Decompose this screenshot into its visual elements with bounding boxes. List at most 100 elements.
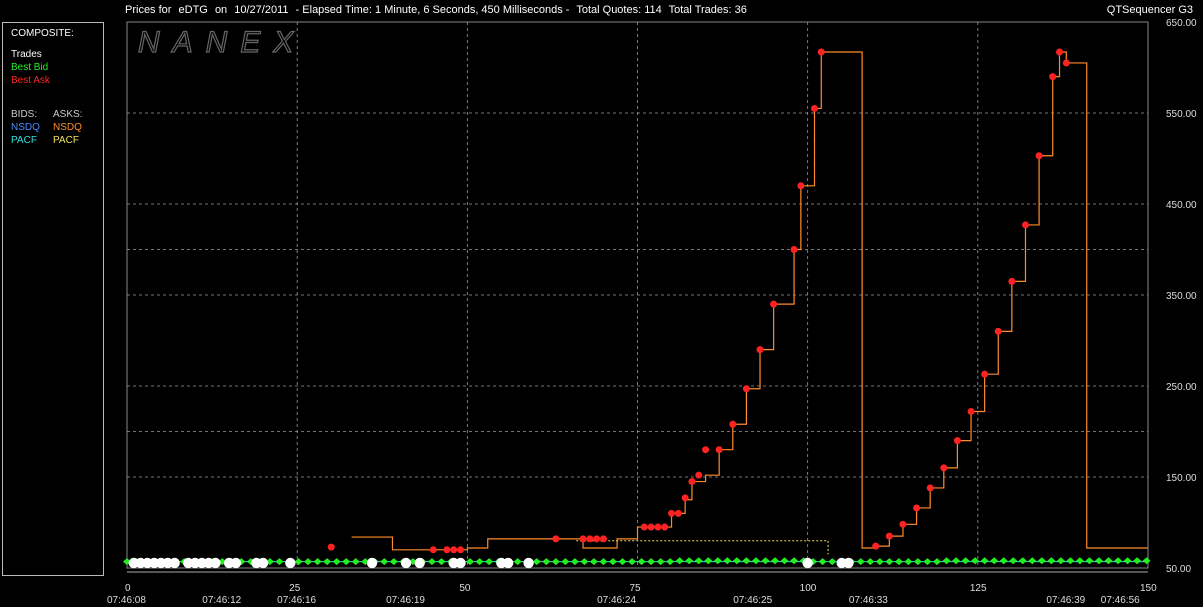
best-bid-point bbox=[828, 558, 837, 566]
best-ask-point bbox=[1056, 48, 1064, 56]
best-ask-point bbox=[770, 300, 778, 308]
trade-point bbox=[843, 557, 854, 569]
best-ask-point bbox=[640, 523, 648, 531]
best-ask-point bbox=[810, 104, 818, 112]
x-tick-label: 100 bbox=[800, 583, 817, 594]
best-bid-point bbox=[675, 557, 684, 565]
best-bid-point bbox=[751, 557, 760, 565]
best-bid-point bbox=[999, 557, 1008, 565]
time-tick-label: 07:46:16 bbox=[277, 595, 316, 606]
best-bid-point bbox=[332, 558, 341, 566]
best-bid-point bbox=[580, 558, 589, 566]
best-bid-point bbox=[923, 558, 932, 566]
best-bid-point bbox=[437, 558, 446, 566]
best-bid-point bbox=[294, 558, 303, 566]
best-ask-point bbox=[1035, 152, 1043, 160]
chart-header: Prices for eDTG on 10/27/2011 - Elapsed … bbox=[125, 4, 751, 16]
best-bid-point bbox=[485, 558, 494, 566]
best-ask-point bbox=[593, 535, 601, 543]
time-tick-label: 07:46:24 bbox=[597, 595, 636, 606]
x-tick-label: 0 bbox=[125, 583, 131, 594]
best-ask-point bbox=[913, 504, 921, 512]
best-ask-point bbox=[953, 437, 961, 445]
time-tick-label: 07:46:19 bbox=[386, 595, 425, 606]
best-bid-point bbox=[1009, 557, 1018, 565]
best-bid-point bbox=[275, 558, 284, 566]
best-ask-point bbox=[1049, 73, 1057, 81]
price-chart: NANEX 50.00 150.00 250.00 350.00 450.00 550.0… bbox=[107, 18, 1197, 606]
legend-best-ask: Best Ask bbox=[11, 75, 50, 86]
chart-markers bbox=[123, 48, 1151, 569]
best-bid-point bbox=[1123, 557, 1132, 565]
best-bid-point bbox=[761, 557, 770, 565]
legend-panel: COMPOSITE: Trades Best Bid Best Ask BIDS… bbox=[2, 22, 104, 576]
best-ask-point bbox=[1021, 221, 1029, 229]
trade-point bbox=[455, 557, 466, 569]
best-bid-point bbox=[1133, 557, 1142, 565]
trade-point bbox=[285, 557, 296, 569]
time-tick-label: 07:46:25 bbox=[733, 595, 772, 606]
best-bid-point bbox=[342, 558, 351, 566]
legend-asks-label: ASKS: bbox=[53, 109, 83, 120]
trade-point bbox=[257, 557, 269, 569]
best-ask-point bbox=[688, 478, 696, 486]
header-on: on bbox=[214, 4, 228, 16]
best-bid-point bbox=[570, 558, 579, 566]
best-bid-point bbox=[875, 558, 884, 566]
y-tick-label: 250.00 bbox=[1166, 382, 1197, 393]
x-tick-label: 150 bbox=[1140, 583, 1157, 594]
trade-point bbox=[230, 557, 242, 569]
best-bid-point bbox=[732, 557, 741, 565]
best-ask-point bbox=[872, 542, 880, 550]
best-bid-point bbox=[1114, 557, 1123, 565]
trade-point bbox=[366, 557, 378, 569]
best-ask-point bbox=[429, 546, 437, 554]
header-quotes: Total Quotes: 114 bbox=[576, 4, 662, 16]
legend-ask-pacf: PACF bbox=[53, 135, 79, 146]
x-tick-label: 125 bbox=[970, 583, 987, 594]
best-bid-point bbox=[770, 557, 779, 565]
best-ask-point bbox=[967, 407, 975, 415]
best-bid-point bbox=[323, 558, 332, 566]
best-bid-point bbox=[637, 558, 646, 566]
best-bid-point bbox=[780, 557, 789, 565]
best-ask-point bbox=[450, 546, 458, 554]
best-bid-point bbox=[656, 558, 665, 566]
best-bid-point bbox=[1047, 557, 1056, 565]
best-ask-point bbox=[756, 346, 764, 354]
best-ask-point bbox=[674, 509, 682, 517]
y-tick-label: 450.00 bbox=[1166, 200, 1197, 211]
header-symbol: eDTG bbox=[178, 4, 208, 16]
time-tick-label: 07:46:12 bbox=[202, 595, 241, 606]
best-ask-point bbox=[1008, 277, 1016, 285]
best-bid-point bbox=[942, 557, 951, 565]
best-bid-point bbox=[589, 558, 598, 566]
best-bid-point bbox=[904, 558, 913, 566]
best-ask-point bbox=[654, 523, 662, 531]
best-ask-point bbox=[579, 535, 587, 543]
best-bid-point bbox=[980, 557, 989, 565]
best-bid-point bbox=[932, 558, 941, 566]
best-bid-point bbox=[561, 558, 570, 566]
best-ask-point bbox=[790, 246, 798, 253]
best-bid-point bbox=[389, 558, 398, 566]
best-bid-point bbox=[542, 558, 551, 566]
legend-trades: Trades bbox=[11, 49, 42, 60]
trade-point bbox=[169, 557, 180, 569]
header-prefix: Prices for bbox=[125, 4, 172, 16]
legend-bids-label: BIDS: bbox=[11, 109, 38, 120]
best-bid-point bbox=[427, 558, 436, 566]
y-tick-label: 550.00 bbox=[1166, 109, 1197, 120]
chart-axes: 50.00 150.00 250.00 350.00 450.00 550.00 650.0… bbox=[107, 18, 1197, 606]
y-tick-label: 650.00 bbox=[1166, 18, 1197, 29]
best-bid-point bbox=[551, 558, 560, 566]
legend-title: COMPOSITE: bbox=[11, 28, 74, 39]
time-tick-label: 07:46:33 bbox=[849, 595, 888, 606]
best-ask-point bbox=[702, 446, 710, 454]
legend-ask-nsdq: NSDQ bbox=[53, 122, 82, 133]
trade-point bbox=[400, 557, 412, 569]
best-ask-point bbox=[457, 546, 465, 554]
best-bid-point bbox=[618, 558, 627, 566]
nanex-watermark: NANEX bbox=[138, 26, 306, 59]
best-bid-point bbox=[608, 558, 617, 566]
